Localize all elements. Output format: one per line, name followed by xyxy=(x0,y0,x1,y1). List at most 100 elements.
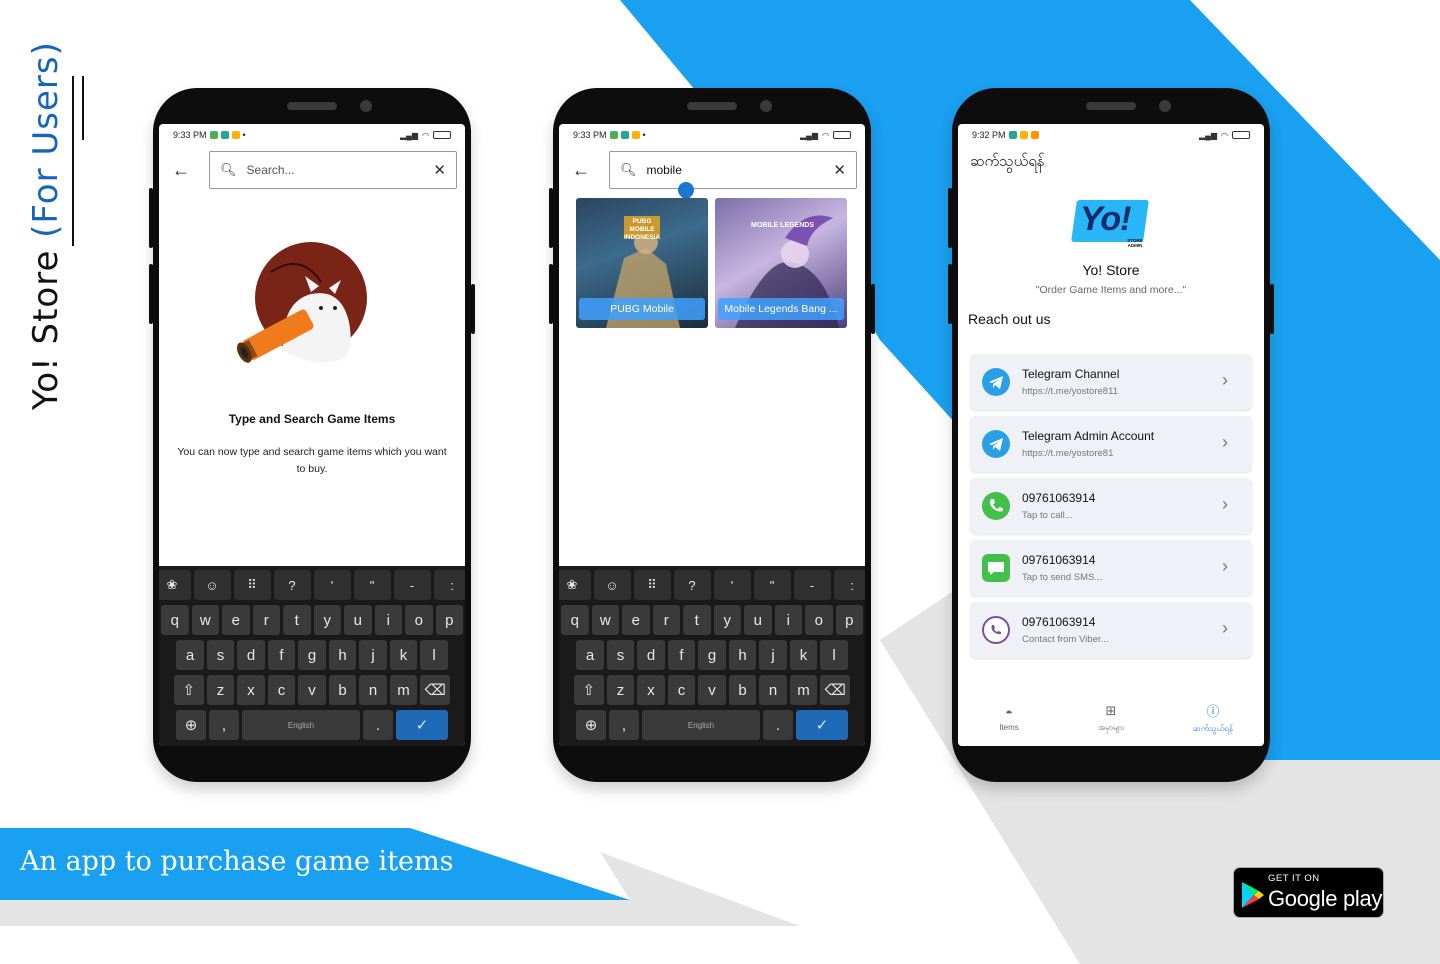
key-x[interactable]: x xyxy=(637,675,665,705)
key-symbol[interactable]: ⠿ xyxy=(633,570,671,600)
key-j[interactable]: j xyxy=(759,640,787,670)
key-l[interactable]: l xyxy=(420,640,448,670)
key-o[interactable]: o xyxy=(405,605,433,635)
contact-telegram-channel[interactable]: Telegram Channel https://t.me/yostore811… xyxy=(970,354,1252,410)
key-e[interactable]: e xyxy=(622,605,650,635)
back-arrow-icon[interactable]: ← xyxy=(567,160,595,181)
key-r[interactable]: r xyxy=(652,605,680,635)
key-x[interactable]: x xyxy=(237,675,265,705)
key-m[interactable]: m xyxy=(789,675,818,705)
key-d[interactable]: d xyxy=(237,640,265,670)
key-s[interactable]: s xyxy=(206,640,235,670)
key-r[interactable]: r xyxy=(252,605,280,635)
key-i[interactable]: i xyxy=(374,605,402,635)
backspace-key[interactable]: ⌫ xyxy=(820,675,851,705)
search-input[interactable]: 🔍︎ Search... ✕ xyxy=(209,151,457,189)
key-symbol[interactable]: ❀ xyxy=(559,570,591,600)
key-d[interactable]: d xyxy=(637,640,665,670)
contact-viber[interactable]: 09761063914 Contact from Viber... › xyxy=(970,602,1252,658)
key-symbol[interactable]: ⠿ xyxy=(233,570,271,600)
key-t[interactable]: t xyxy=(283,605,311,635)
back-arrow-icon[interactable]: ← xyxy=(167,160,195,181)
key-p[interactable]: p xyxy=(835,605,863,635)
key-symbol[interactable]: : xyxy=(833,570,865,600)
globe-key[interactable]: ⊕ xyxy=(576,710,606,740)
enter-key[interactable]: ✓ xyxy=(396,710,448,740)
key-e[interactable]: e xyxy=(222,605,250,635)
key-w[interactable]: w xyxy=(191,605,219,635)
key-symbol[interactable]: ? xyxy=(273,570,311,600)
contact-telegram-admin[interactable]: Telegram Admin Account https://t.me/yost… xyxy=(970,416,1252,472)
contact-phone-call[interactable]: 09761063914 Tap to call... › xyxy=(970,478,1252,534)
key-h[interactable]: h xyxy=(728,640,757,670)
key-symbol[interactable]: ❀ xyxy=(159,570,191,600)
space-key[interactable]: English xyxy=(642,710,760,740)
key-g[interactable]: g xyxy=(298,640,326,670)
key-k[interactable]: k xyxy=(389,640,418,670)
key-a[interactable]: a xyxy=(576,640,604,670)
key-symbol[interactable]: : xyxy=(433,570,465,600)
key-t[interactable]: t xyxy=(683,605,711,635)
key-symbol[interactable]: ☺ xyxy=(193,570,231,600)
key-a[interactable]: a xyxy=(176,640,204,670)
result-card-mlbb[interactable]: MOBILE LEGENDS Mobile Legends Bang ... xyxy=(715,198,847,328)
key-z[interactable]: z xyxy=(206,675,235,705)
key-symbol[interactable]: ☺ xyxy=(593,570,631,600)
key-y[interactable]: y xyxy=(313,605,341,635)
key-n[interactable]: n xyxy=(359,675,387,705)
key-y[interactable]: y xyxy=(713,605,741,635)
key-b[interactable]: b xyxy=(328,675,357,705)
key-c[interactable]: c xyxy=(667,675,696,705)
notification-icon xyxy=(220,131,229,139)
key-u[interactable]: u xyxy=(344,605,372,635)
key-w[interactable]: w xyxy=(591,605,619,635)
shift-key[interactable]: ⇧ xyxy=(573,675,604,705)
space-key[interactable]: English xyxy=(242,710,360,740)
globe-key[interactable]: ⊕ xyxy=(176,710,206,740)
backspace-key[interactable]: ⌫ xyxy=(420,675,451,705)
key-u[interactable]: u xyxy=(744,605,772,635)
key-symbol[interactable]: ? xyxy=(673,570,711,600)
key-symbol[interactable]: ' xyxy=(713,570,751,600)
period-key[interactable]: . xyxy=(363,710,393,740)
key-z[interactable]: z xyxy=(606,675,635,705)
key-p[interactable]: p xyxy=(435,605,463,635)
search-input[interactable]: 🔍︎ mobile ✕ xyxy=(609,151,857,202)
result-card-pubg[interactable]: PUBG MOBILE INDONESIA PUBG Mobile xyxy=(576,198,708,328)
key-symbol[interactable]: " xyxy=(753,570,791,600)
key-f[interactable]: f xyxy=(267,640,296,670)
key-symbol[interactable]: - xyxy=(393,570,431,600)
key-j[interactable]: j xyxy=(359,640,387,670)
clear-icon[interactable]: ✕ xyxy=(433,161,446,179)
comma-key[interactable]: , xyxy=(209,710,239,740)
nav-contact[interactable]: ⓘ ဆက်သွယ်ရန် xyxy=(1173,701,1253,735)
key-b[interactable]: b xyxy=(728,675,757,705)
enter-key[interactable]: ✓ xyxy=(796,710,848,740)
key-n[interactable]: n xyxy=(759,675,787,705)
shift-key[interactable]: ⇧ xyxy=(173,675,204,705)
key-f[interactable]: f xyxy=(667,640,696,670)
key-q[interactable]: q xyxy=(561,605,589,635)
key-l[interactable]: l xyxy=(820,640,848,670)
key-symbol[interactable]: - xyxy=(793,570,831,600)
contact-sms[interactable]: 09761063914 Tap to send SMS... › xyxy=(970,540,1252,596)
key-c[interactable]: c xyxy=(267,675,296,705)
key-q[interactable]: q xyxy=(161,605,189,635)
key-v[interactable]: v xyxy=(698,675,726,705)
key-i[interactable]: i xyxy=(774,605,802,635)
nav-items[interactable]: ◓ Items xyxy=(969,705,1049,732)
key-s[interactable]: s xyxy=(606,640,635,670)
key-symbol[interactable]: ' xyxy=(313,570,351,600)
key-h[interactable]: h xyxy=(328,640,357,670)
comma-key[interactable]: , xyxy=(609,710,639,740)
nav-orders[interactable]: ⊞ အမှာများ xyxy=(1071,703,1151,734)
key-v[interactable]: v xyxy=(298,675,326,705)
period-key[interactable]: . xyxy=(763,710,793,740)
clear-icon[interactable]: ✕ xyxy=(833,161,846,179)
key-m[interactable]: m xyxy=(389,675,418,705)
key-g[interactable]: g xyxy=(698,640,726,670)
key-o[interactable]: o xyxy=(805,605,833,635)
key-k[interactable]: k xyxy=(789,640,818,670)
google-play-badge[interactable]: GET IT ON Google play xyxy=(1233,867,1384,918)
key-symbol[interactable]: " xyxy=(353,570,391,600)
